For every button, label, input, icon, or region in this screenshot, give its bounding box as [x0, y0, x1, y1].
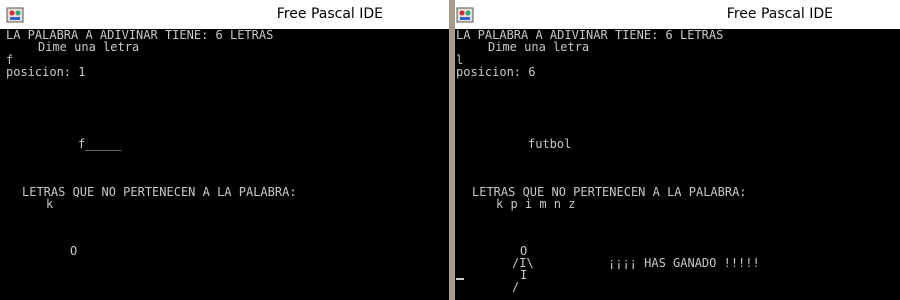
prompt-line: Dime una letra	[488, 40, 590, 54]
window-title: Free Pascal IDE	[726, 6, 833, 22]
text-cursor	[456, 278, 464, 280]
console-window-left[interactable]: Free Pascal IDE LA PALABRA A ADIVINAR TI…	[0, 0, 450, 300]
title-bar[interactable]: Free Pascal IDE	[450, 0, 900, 29]
word-display: futbol	[528, 137, 572, 151]
word-display: f_____	[78, 137, 122, 151]
pascal-ide-icon	[6, 7, 24, 23]
title-bar[interactable]: Free Pascal IDE	[0, 0, 450, 29]
console-output: LA PALABRA A ADIVINAR TIENE: 6 LETRAS Di…	[0, 29, 450, 300]
console-output: LA PALABRA A ADIVINAR TIENE: 6 LETRAS Di…	[450, 29, 900, 300]
window-divider	[449, 0, 455, 300]
wrong-letters-label: LETRAS QUE NO PERTENECEN A LA PALABRA:	[22, 185, 297, 199]
hangman-leg: /	[512, 280, 520, 294]
hangman-head: O	[70, 244, 78, 258]
wrong-letters: k	[46, 197, 54, 211]
position-line: posicion: 1	[6, 65, 86, 79]
window-title: Free Pascal IDE	[276, 6, 383, 22]
wrong-letters: k p i m n z	[496, 197, 576, 211]
win-message: ¡¡¡¡ HAS GANADO !!!!!	[608, 256, 760, 270]
pascal-ide-icon	[456, 7, 474, 23]
prompt-line: Dime una letra	[38, 40, 140, 54]
position-line: posicion: 6	[456, 65, 536, 79]
console-window-right[interactable]: Free Pascal IDE LA PALABRA A ADIVINAR TI…	[450, 0, 900, 300]
hangman-body: I	[520, 268, 528, 282]
